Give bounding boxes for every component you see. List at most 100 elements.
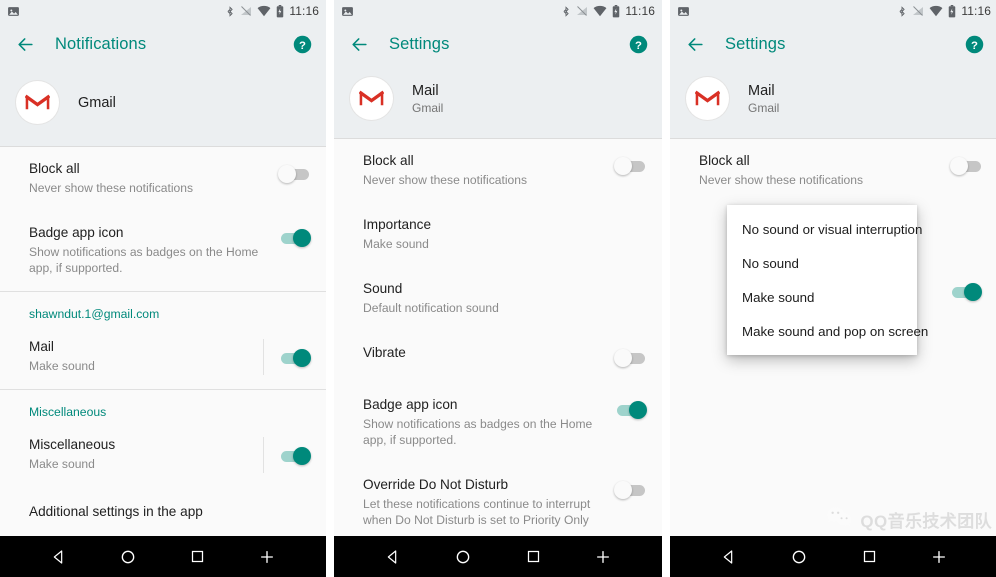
- back-button-icon[interactable]: [380, 544, 406, 570]
- row-channel-mail[interactable]: Mail Make sound: [0, 325, 326, 389]
- row-separator: [263, 338, 264, 375]
- signal-off-icon: [912, 5, 924, 17]
- arrow-left-icon[interactable]: [682, 32, 708, 58]
- app-header: Gmail: [0, 67, 326, 146]
- toggle-channel-mail[interactable]: [278, 347, 312, 369]
- recents-button-icon[interactable]: [856, 544, 882, 570]
- add-button-icon[interactable]: [254, 544, 280, 570]
- page-title: Settings: [725, 35, 786, 53]
- row-vibrate[interactable]: Vibrate: [334, 331, 662, 383]
- phone-panel-notifications: 11:16 Notifications ? Gmail Block all Ne…: [0, 0, 326, 577]
- toggle-block-all[interactable]: [950, 155, 984, 177]
- toggle-badge-app-icon[interactable]: [614, 399, 648, 421]
- recents-button-icon[interactable]: [520, 544, 546, 570]
- wifi-icon: [257, 5, 271, 17]
- row-subtitle: Never show these notifications: [699, 172, 864, 187]
- row-title: Block all: [363, 153, 414, 168]
- image-icon: [341, 5, 354, 18]
- svg-text:?: ?: [635, 39, 642, 51]
- row-importance[interactable]: Importance Make sound: [334, 203, 662, 267]
- home-button-icon[interactable]: [786, 544, 812, 570]
- row-sound[interactable]: Sound Default notification sound: [334, 267, 662, 331]
- section-header-account: shawndut.1@gmail.com: [29, 306, 160, 321]
- help-circle-icon[interactable]: ?: [964, 34, 986, 56]
- wifi-icon: [929, 5, 943, 17]
- navigation-bar: [670, 536, 996, 577]
- app-name: Gmail: [78, 94, 116, 111]
- screenshot-root: 11:16 Notifications ? Gmail Block all Ne…: [0, 0, 996, 577]
- arrow-left-icon[interactable]: [346, 32, 372, 58]
- dropdown-option-make-sound-and-pop-on-screen[interactable]: Make sound and pop on screen: [727, 315, 928, 349]
- toggle-override-do-not-disturb[interactable]: [614, 479, 648, 501]
- page-title: Notifications: [55, 35, 147, 53]
- back-button-icon[interactable]: [716, 544, 742, 570]
- row-override-do-not-disturb[interactable]: Override Do Not Disturb Let these notifi…: [334, 463, 662, 543]
- help-circle-icon[interactable]: ?: [628, 34, 650, 56]
- navigation-bar: [0, 536, 326, 577]
- row-subtitle: Make sound: [29, 456, 95, 471]
- home-button-icon[interactable]: [115, 544, 141, 570]
- phone-panel-channel-settings: 11:16 Settings ? Mail Gmail Block all Ne…: [334, 0, 662, 577]
- phone-panel-importance-dialog: 11:16 Settings ? Mail Gmail Block all Ne…: [670, 0, 996, 577]
- gmail-icon: [350, 77, 393, 120]
- toggle-block-all[interactable]: [614, 155, 648, 177]
- row-block-all[interactable]: Block all Never show these notifications: [0, 147, 326, 211]
- gmail-icon: [16, 81, 59, 124]
- battery-charging-icon: [948, 4, 956, 18]
- add-button-icon[interactable]: [926, 544, 952, 570]
- row-additional-settings[interactable]: Additional settings in the app: [0, 487, 326, 538]
- row-title: Additional settings in the app: [29, 503, 203, 519]
- panel-gap: [326, 0, 334, 577]
- row-badge-app-icon[interactable]: Badge app icon Show notifications as bad…: [0, 211, 326, 291]
- row-subtitle: Never show these notifications: [29, 180, 194, 195]
- row-block-all[interactable]: Block all Never show these notifications: [334, 139, 662, 203]
- toggle-obscured-badge-app-icon[interactable]: [949, 281, 983, 303]
- row-channel-miscellaneous[interactable]: Miscellaneous Make sound: [0, 423, 326, 487]
- arrow-left-icon[interactable]: [12, 32, 38, 58]
- toggle-block-all[interactable]: [278, 163, 312, 185]
- importance-options-dialog[interactable]: No sound or visual interruption No sound…: [727, 205, 928, 355]
- dropdown-option-no-sound[interactable]: No sound: [727, 247, 917, 281]
- home-button-icon[interactable]: [450, 544, 476, 570]
- clock: 11:16: [625, 4, 655, 18]
- dropdown-option-make-sound[interactable]: Make sound: [727, 281, 917, 315]
- svg-text:?: ?: [971, 39, 978, 51]
- clock: 11:16: [289, 4, 319, 18]
- row-block-all[interactable]: Block all Never show these notifications: [670, 139, 996, 203]
- bluetooth-icon: [897, 5, 907, 18]
- row-subtitle: Make sound: [29, 358, 95, 373]
- status-bar: 11:16: [670, 0, 996, 22]
- row-title: Badge app icon: [363, 396, 458, 412]
- toolbar: Settings ?: [334, 22, 662, 67]
- svg-text:?: ?: [299, 39, 306, 51]
- row-subtitle: Default notification sound: [363, 300, 499, 315]
- toggle-vibrate[interactable]: [614, 347, 648, 369]
- recents-button-icon[interactable]: [185, 544, 211, 570]
- toggle-badge-app-icon[interactable]: [278, 227, 312, 249]
- row-title: Override Do Not Disturb: [363, 476, 509, 492]
- row-subtitle: Show notifications as badges on the Home…: [363, 416, 593, 447]
- image-icon: [7, 5, 20, 18]
- toggle-channel-miscellaneous[interactable]: [278, 445, 312, 467]
- row-title: Miscellaneous: [29, 436, 116, 452]
- add-button-icon[interactable]: [590, 544, 616, 570]
- row-badge-app-icon[interactable]: Badge app icon Show notifications as bad…: [334, 383, 662, 463]
- toolbar: Settings ?: [670, 22, 996, 67]
- row-subtitle: Never show these notifications: [363, 172, 528, 187]
- row-title: Importance: [363, 216, 432, 232]
- bluetooth-icon: [225, 5, 235, 18]
- back-button-icon[interactable]: [46, 544, 72, 570]
- row-title: Vibrate: [363, 344, 406, 360]
- row-title: Mail: [29, 338, 54, 354]
- dropdown-option-no-sound-or-visual-interruption[interactable]: No sound or visual interruption: [727, 213, 922, 247]
- page-title: Settings: [389, 35, 450, 53]
- row-subtitle: Make sound: [363, 236, 429, 251]
- row-separator: [263, 436, 264, 473]
- battery-charging-icon: [612, 4, 620, 18]
- battery-charging-icon: [276, 4, 284, 18]
- help-circle-icon[interactable]: ?: [292, 34, 314, 56]
- row-subtitle: Let these notifications continue to inte…: [363, 496, 591, 527]
- status-bar: 11:16: [334, 0, 662, 22]
- row-title: Badge app icon: [29, 224, 124, 240]
- row-subtitle: Show notifications as badges on the Home…: [29, 244, 259, 275]
